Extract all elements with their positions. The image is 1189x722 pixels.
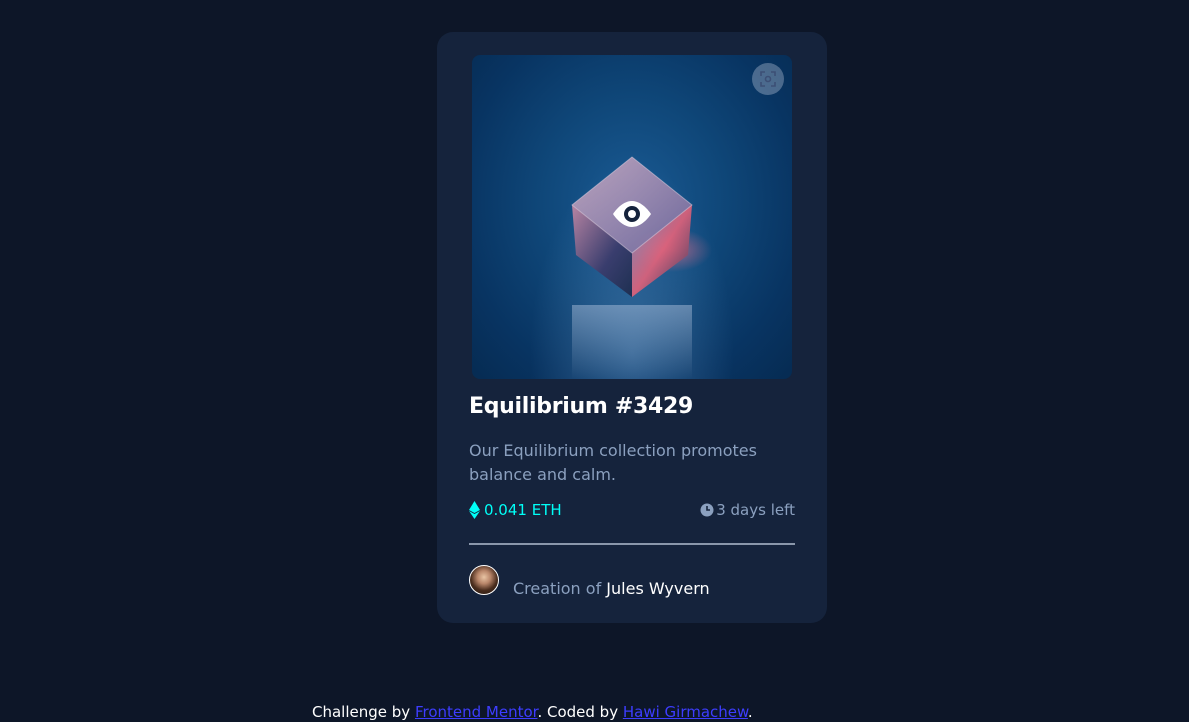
nft-card: Equilibrium #3429 Our Equilibrium collec… [437, 32, 827, 623]
footer-middle: . Coded by [537, 703, 619, 721]
creator-avatar [469, 565, 499, 595]
fullscreen-icon [760, 71, 776, 87]
attribution-footer: Challenge by Frontend Mentor. Coded by H… [312, 703, 753, 721]
time-left-label: 3 days left [716, 501, 795, 519]
creator-name[interactable]: Jules Wyvern [606, 579, 709, 598]
creator-prefix: Creation of [513, 579, 602, 598]
time-left-info: 3 days left [700, 501, 795, 519]
frontend-mentor-link[interactable]: Frontend Mentor [415, 703, 538, 721]
clock-icon [700, 503, 714, 517]
footer-suffix: . [747, 703, 753, 721]
author-link[interactable]: Hawi Girmachew [623, 703, 748, 721]
creator-line: Creation of Jules Wyvern [513, 579, 710, 598]
divider [469, 543, 795, 545]
nft-description: Our Equilibrium collection promotes bala… [469, 441, 757, 484]
nft-title[interactable]: Equilibrium #3429 [469, 394, 693, 419]
price-label: 0.041 ETH [484, 501, 562, 519]
nft-image[interactable] [472, 55, 792, 379]
eye-icon[interactable] [610, 198, 654, 230]
fullscreen-button[interactable] [752, 63, 784, 95]
footer-prefix: Challenge by [312, 703, 411, 721]
ethereum-icon [469, 501, 480, 519]
price-info: 0.041 ETH [469, 501, 562, 519]
